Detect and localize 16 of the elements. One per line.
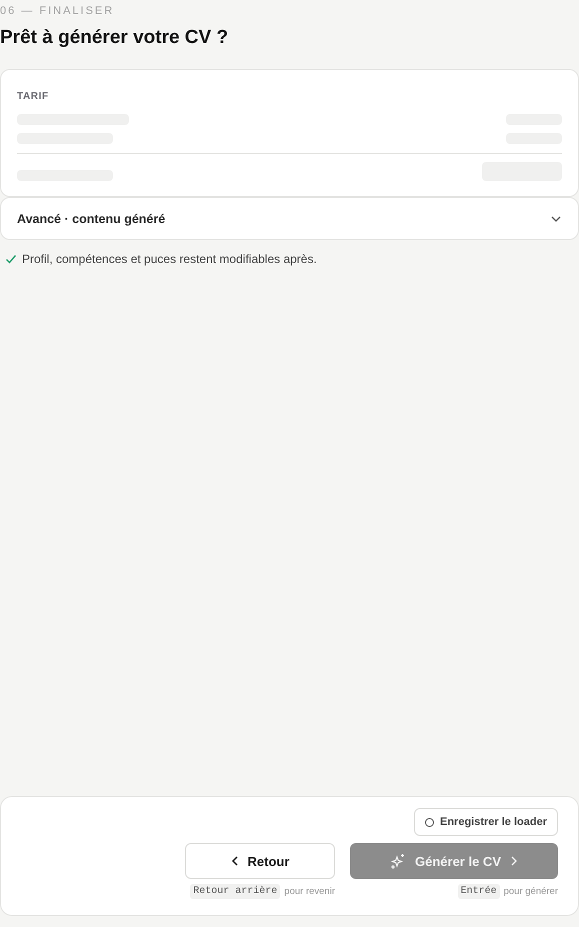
back-button[interactable]: Retour — [185, 843, 335, 879]
shortcut-hint: pour revenir — [284, 886, 335, 897]
shortcut-key: Retour arrière — [190, 884, 280, 899]
chevron-left-icon — [230, 856, 239, 866]
sparkles-icon — [390, 853, 406, 869]
shortcut-key: Entrée — [458, 884, 500, 899]
page-title: Prêt à générer votre CV ? — [0, 27, 228, 49]
pricing-title: TARIF — [17, 91, 49, 102]
check-icon — [5, 253, 17, 265]
shortcut-hint: pour générer — [504, 886, 558, 897]
advanced-accordion[interactable]: Avancé · contenu généré — [0, 197, 579, 240]
chevron-right-icon — [510, 856, 518, 866]
record-loader-toggle[interactable]: Enregistrer le loader — [414, 808, 558, 836]
step-label: 06 — FINALISER — [0, 5, 114, 17]
radio-icon — [425, 818, 434, 826]
info-note: Profil, compétences et puces restent modifiables après. — [22, 252, 317, 266]
